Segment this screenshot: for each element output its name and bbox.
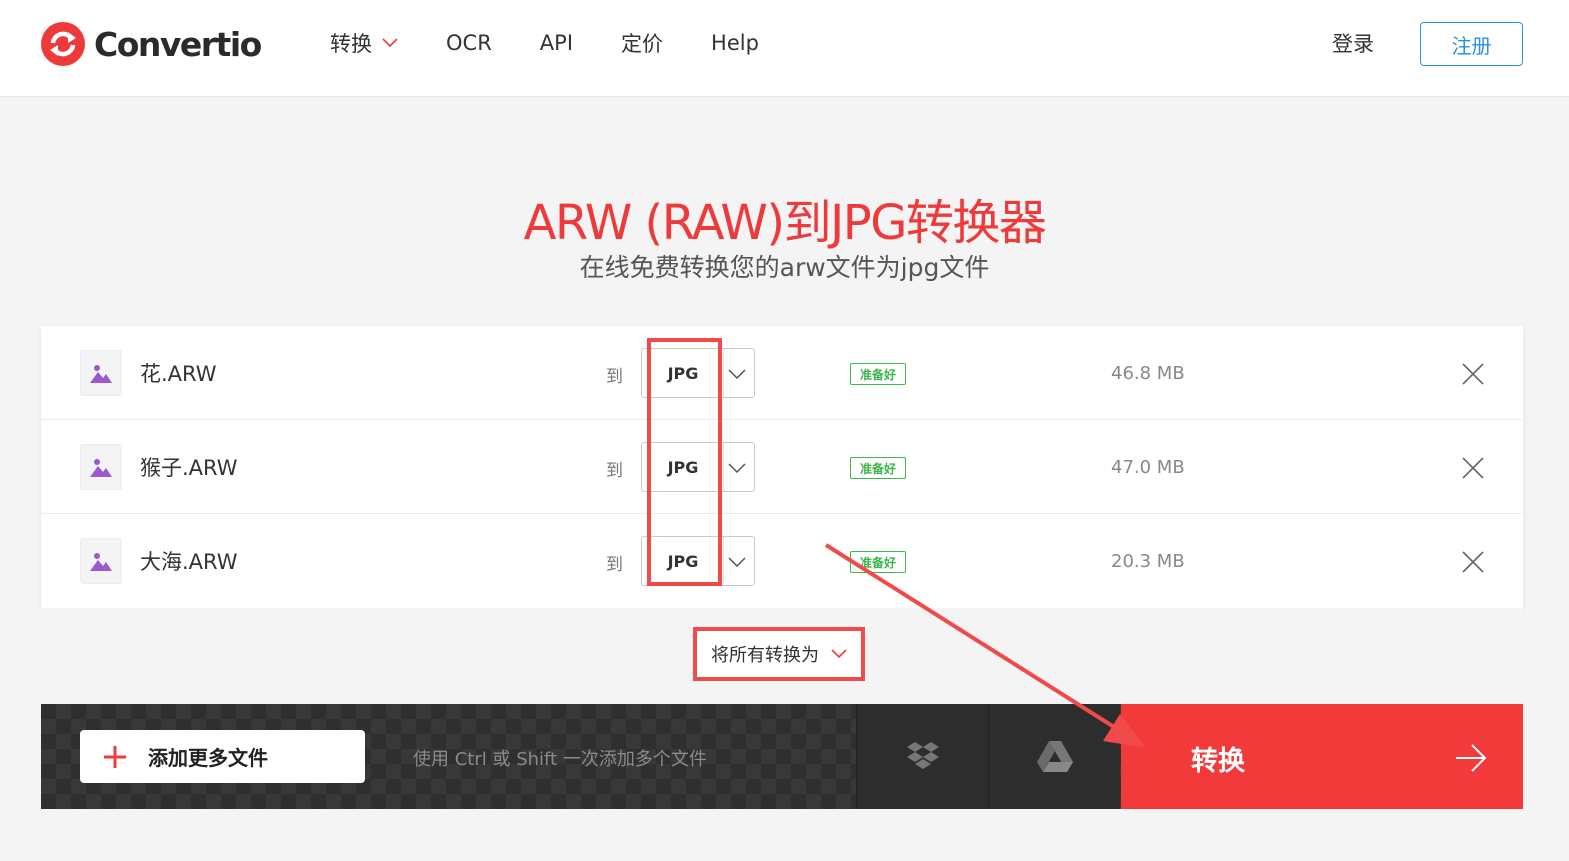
add-more-files-button[interactable]: 添加更多文件 — [80, 730, 365, 783]
nav-api[interactable]: API — [540, 31, 573, 55]
image-file-icon — [80, 350, 122, 396]
page-title: ARW (RAW)到JPG转换器 — [523, 195, 1047, 251]
file-name: 猴子.ARW — [140, 456, 238, 480]
main-nav: 转换 OCR API 定价 Help — [330, 28, 807, 58]
convert-all-label: 将所有转换为 — [711, 645, 819, 666]
chevron-down-icon — [728, 369, 746, 379]
file-row: 大海.ARW 到 JPG 准备好 20.3 MB — [41, 514, 1523, 608]
image-file-icon — [80, 444, 122, 490]
google-drive-button[interactable] — [988, 704, 1120, 809]
chevron-down-icon — [831, 649, 847, 659]
google-drive-icon — [1036, 740, 1073, 772]
nav-convert-label: 转换 — [330, 32, 372, 56]
add-more-label: 添加更多文件 — [148, 746, 268, 770]
file-size: 47.0 MB — [1111, 457, 1185, 478]
convertio-logo-icon — [41, 22, 85, 66]
annotation-highlight-box — [647, 338, 722, 586]
nav-ocr-label: OCR — [446, 31, 492, 55]
multi-select-hint: 使用 Ctrl 或 Shift 一次添加多个文件 — [413, 749, 707, 770]
select-divider — [723, 537, 724, 585]
status-badge: 准备好 — [850, 551, 906, 573]
nav-help-label: Help — [711, 31, 759, 55]
signup-button[interactable]: 注册 — [1420, 22, 1523, 66]
nav-help[interactable]: Help — [711, 31, 759, 55]
page-subtitle: 在线免费转换您的arw文件为jpg文件 — [579, 253, 990, 282]
close-icon[interactable] — [1461, 362, 1485, 386]
status-badge: 准备好 — [850, 457, 906, 479]
logo-text: Convertio — [94, 24, 262, 64]
nav-ocr[interactable]: OCR — [446, 31, 492, 55]
convertio-logo[interactable]: Convertio — [40, 20, 262, 68]
select-divider — [723, 349, 724, 397]
nav-pricing[interactable]: 定价 — [621, 28, 663, 58]
file-row: 猴子.ARW 到 JPG 准备好 47.0 MB — [41, 420, 1523, 514]
dropbox-icon — [906, 741, 939, 769]
convert-button[interactable]: 转换 — [1121, 704, 1523, 809]
plus-icon — [104, 745, 126, 768]
close-icon[interactable] — [1461, 550, 1485, 574]
arrow-right-icon — [1456, 744, 1487, 772]
status-badge: 准备好 — [850, 363, 906, 385]
dropbox-button[interactable] — [856, 704, 988, 809]
chevron-down-icon — [382, 38, 398, 48]
top-header: Convertio 转换 OCR API 定价 Help 登录 注册 — [0, 0, 1569, 97]
file-row: 花.ARW 到 JPG 准备好 46.8 MB — [41, 326, 1523, 420]
select-divider — [723, 443, 724, 491]
nav-convert[interactable]: 转换 — [330, 28, 398, 58]
file-name: 花.ARW — [140, 362, 217, 386]
file-list: 花.ARW 到 JPG 准备好 46.8 MB 猴子.ARW 到 JPG 准备好… — [41, 326, 1523, 608]
nav-pricing-label: 定价 — [621, 32, 664, 56]
close-icon[interactable] — [1461, 456, 1485, 480]
chevron-down-icon — [728, 463, 746, 473]
file-name: 大海.ARW — [140, 550, 238, 574]
to-label: 到 — [606, 367, 623, 387]
login-link[interactable]: 登录 — [1332, 28, 1374, 58]
to-label: 到 — [606, 555, 623, 575]
convert-label: 转换 — [1191, 746, 1245, 777]
convert-all-dropdown[interactable]: 将所有转换为 — [693, 627, 865, 681]
file-size: 46.8 MB — [1111, 363, 1185, 384]
to-label: 到 — [606, 461, 623, 481]
nav-api-label: API — [539, 31, 574, 55]
chevron-down-icon — [728, 557, 746, 567]
image-file-icon — [80, 538, 122, 584]
file-size: 20.3 MB — [1111, 551, 1185, 572]
